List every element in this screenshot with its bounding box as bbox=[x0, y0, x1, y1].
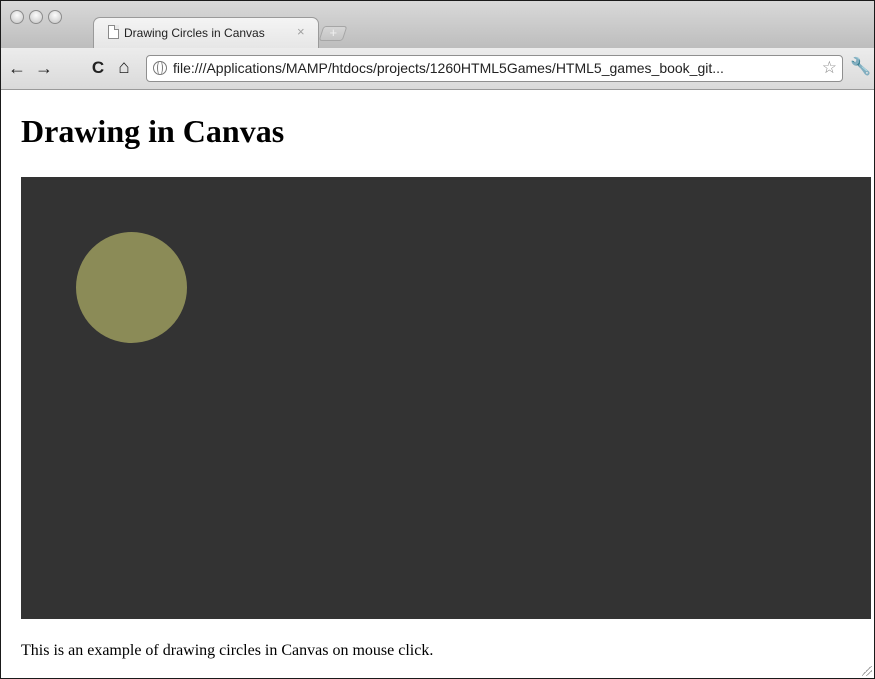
new-tab-button[interactable]: + bbox=[318, 25, 348, 41]
plus-icon: + bbox=[329, 25, 338, 40]
forward-button[interactable]: → bbox=[34, 58, 54, 78]
minimize-window-icon[interactable] bbox=[29, 10, 43, 24]
drawn-circle bbox=[76, 232, 187, 343]
zoom-window-icon[interactable] bbox=[48, 10, 62, 24]
close-window-icon[interactable] bbox=[10, 10, 24, 24]
bookmark-star-icon[interactable]: ☆ bbox=[822, 58, 837, 78]
page-icon bbox=[108, 25, 119, 39]
tab-title: Drawing Circles in Canvas bbox=[124, 26, 265, 40]
navigation-toolbar: ← → C ⌂ file:///Applications/MAMP/htdocs… bbox=[1, 48, 874, 90]
page-caption: This is an example of drawing circles in… bbox=[21, 642, 434, 659]
drawing-canvas[interactable] bbox=[21, 177, 871, 619]
browser-window: Drawing Circles in Canvas × + ← → C ⌂ fi… bbox=[0, 0, 875, 679]
address-bar[interactable]: file:///Applications/MAMP/htdocs/project… bbox=[146, 55, 843, 82]
home-button[interactable]: ⌂ bbox=[114, 58, 134, 78]
tab-drawing-circles[interactable]: Drawing Circles in Canvas × bbox=[93, 17, 319, 48]
url-text: file:///Applications/MAMP/htdocs/project… bbox=[173, 60, 724, 76]
wrench-icon[interactable]: 🔧 bbox=[850, 57, 871, 77]
back-button[interactable]: ← bbox=[7, 58, 27, 78]
globe-icon bbox=[153, 61, 167, 75]
resize-grip-icon[interactable] bbox=[862, 666, 872, 676]
tab-strip: Drawing Circles in Canvas × + bbox=[1, 1, 874, 48]
page-heading: Drawing in Canvas bbox=[21, 113, 285, 149]
reload-button[interactable]: C bbox=[88, 58, 108, 78]
tab-close-icon[interactable]: × bbox=[297, 25, 305, 39]
